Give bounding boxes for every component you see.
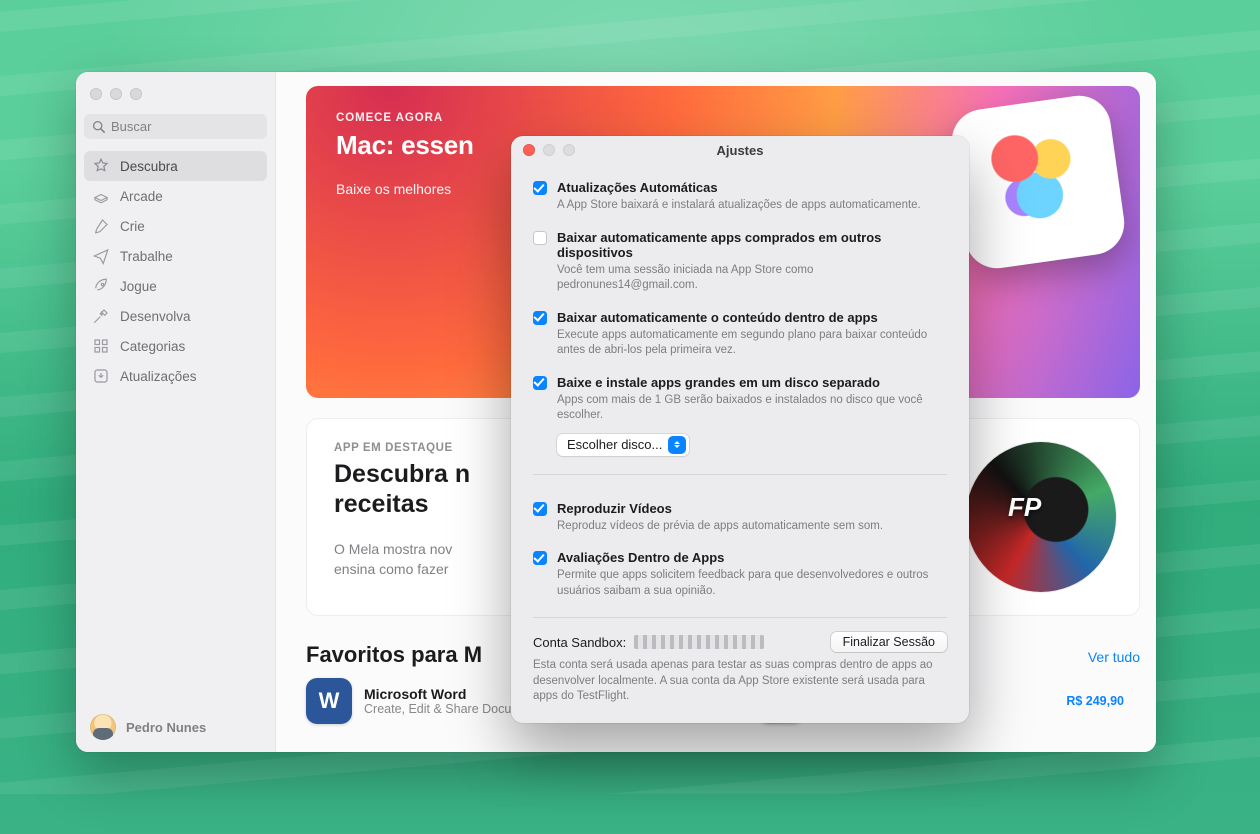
sandbox-description: Esta conta será usada apenas para testar… xyxy=(533,658,947,705)
sidebar-item-atualizacoes[interactable]: Atualizações xyxy=(84,361,267,391)
search-icon xyxy=(92,120,105,133)
pref-auto-download-content: Baixar automaticamente o conteúdo dentro… xyxy=(533,298,947,363)
sidebar-item-label: Desenvolva xyxy=(120,309,191,324)
traffic-zoom[interactable] xyxy=(563,144,575,156)
checkbox[interactable] xyxy=(533,551,547,565)
hammer-icon xyxy=(92,307,110,325)
pref-desc: Permite que apps solicitem feedback para… xyxy=(557,568,947,599)
sidebar-item-label: Atualizações xyxy=(120,369,197,384)
pref-desc: Você tem uma sessão iniciada na App Stor… xyxy=(557,263,947,294)
sidebar-item-label: Descubra xyxy=(120,159,178,174)
sandbox-account-row: Conta Sandbox: Finalizar Sessão xyxy=(533,632,947,652)
sidebar-item-label: Arcade xyxy=(120,189,163,204)
pref-desc: Apps com mais de 1 GB serão baixados e i… xyxy=(557,393,947,424)
sidebar-item-jogue[interactable]: Jogue xyxy=(84,271,267,301)
sidebar-item-descubra[interactable]: Descubra xyxy=(84,151,267,181)
price-button[interactable]: R$ 249,90 xyxy=(1050,690,1140,712)
prefs-title: Ajustes xyxy=(717,143,764,158)
search-input[interactable]: Buscar xyxy=(84,114,267,139)
paperplane-icon xyxy=(92,247,110,265)
sidebar-item-arcade[interactable]: Arcade xyxy=(84,181,267,211)
prefs-titlebar[interactable]: Ajustes xyxy=(511,136,969,164)
checkbox[interactable] xyxy=(533,502,547,516)
sandbox-label: Conta Sandbox: xyxy=(533,635,626,650)
pref-desc: A App Store baixará e instalará atualiza… xyxy=(557,198,947,214)
traffic-close[interactable] xyxy=(90,88,102,100)
choose-disk-label: Escolher disco... xyxy=(567,437,662,452)
sidebar-item-label: Categorias xyxy=(120,339,185,354)
arcade-icon xyxy=(92,187,110,205)
traffic-minimize[interactable] xyxy=(543,144,555,156)
window-traffic-lights[interactable] xyxy=(84,82,267,114)
sidebar-item-label: Trabalhe xyxy=(120,249,173,264)
star-icon xyxy=(92,157,110,175)
pref-title: Baixar automaticamente apps comprados em… xyxy=(557,230,947,260)
sidebar-item-label: Jogue xyxy=(120,279,157,294)
sidebar-item-desenvolva[interactable]: Desenvolva xyxy=(84,301,267,331)
sidebar-item-crie[interactable]: Crie xyxy=(84,211,267,241)
checkbox[interactable] xyxy=(533,376,547,390)
traffic-zoom[interactable] xyxy=(130,88,142,100)
feature-artwork xyxy=(966,442,1116,592)
prefs-traffic-lights[interactable] xyxy=(523,144,575,156)
pref-auto-updates: Atualizações Automáticas A App Store bai… xyxy=(533,168,947,218)
pref-title: Baixar automaticamente o conteúdo dentro… xyxy=(557,310,947,325)
checkbox[interactable] xyxy=(533,181,547,195)
choose-disk-popup[interactable]: Escolher disco... xyxy=(557,434,689,456)
account-name: Pedro Nunes xyxy=(126,720,206,735)
preferences-window: Ajustes Atualizações Automáticas A App S… xyxy=(511,136,969,723)
pref-desc: Execute apps automaticamente em segundo … xyxy=(557,328,947,359)
divider xyxy=(533,617,947,618)
account-chip[interactable]: Pedro Nunes xyxy=(84,706,267,744)
pref-title: Avaliações Dentro de Apps xyxy=(557,550,947,565)
sandbox-account-redacted xyxy=(634,635,764,649)
pref-title: Atualizações Automáticas xyxy=(557,180,947,195)
sidebar-item-label: Crie xyxy=(120,219,145,234)
app-icon-word xyxy=(306,678,352,724)
sidebar-item-trabalhe[interactable]: Trabalhe xyxy=(84,241,267,271)
checkbox[interactable] xyxy=(533,311,547,325)
pref-auto-download-purchased: Baixar automaticamente apps comprados em… xyxy=(533,218,947,298)
hero-app-artwork xyxy=(948,92,1129,273)
download-icon xyxy=(92,367,110,385)
popup-stepper-icon xyxy=(668,436,686,454)
sidebar: Buscar Descubra Arcade Crie Trabalhe Jog… xyxy=(76,72,276,752)
traffic-minimize[interactable] xyxy=(110,88,122,100)
pref-in-app-ratings: Avaliações Dentro de Apps Permite que ap… xyxy=(533,538,947,603)
pref-desc: Reproduz vídeos de prévia de apps automa… xyxy=(557,519,947,535)
sign-out-button[interactable]: Finalizar Sessão xyxy=(831,632,947,652)
grid-icon xyxy=(92,337,110,355)
sidebar-item-categorias[interactable]: Categorias xyxy=(84,331,267,361)
pref-title: Baixe e instale apps grandes em um disco… xyxy=(557,375,947,390)
pref-large-apps-separate-disk: Baixe e instale apps grandes em um disco… xyxy=(533,363,947,428)
divider xyxy=(533,474,947,475)
pref-play-videos: Reproduzir Vídeos Reproduz vídeos de pré… xyxy=(533,489,947,539)
search-placeholder: Buscar xyxy=(111,119,151,134)
checkbox[interactable] xyxy=(533,231,547,245)
pref-title: Reproduzir Vídeos xyxy=(557,501,947,516)
traffic-close[interactable] xyxy=(523,144,535,156)
rocket-icon xyxy=(92,277,110,295)
avatar xyxy=(90,714,116,740)
see-all-link[interactable]: Ver tudo xyxy=(1088,649,1140,665)
favorites-heading: Favoritos para M xyxy=(306,642,482,668)
brush-icon xyxy=(92,217,110,235)
